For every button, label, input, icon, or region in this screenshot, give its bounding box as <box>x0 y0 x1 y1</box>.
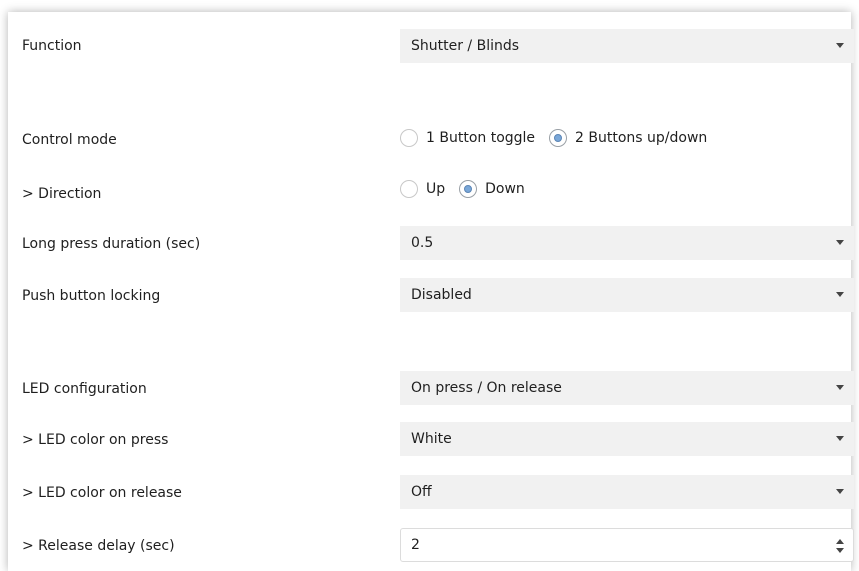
radio-up-label[interactable]: Up <box>426 179 445 199</box>
radio-down-label[interactable]: Down <box>485 179 525 199</box>
radio-1-button-toggle[interactable] <box>400 129 418 147</box>
chevron-down-icon <box>836 385 844 390</box>
radio-down[interactable] <box>459 180 478 198</box>
led-config-value: On press / On release <box>411 380 562 396</box>
led-config-label: LED configuration <box>22 381 147 397</box>
led-release-label: > LED color on release <box>22 485 182 501</box>
led-press-select[interactable]: White <box>400 422 854 456</box>
release-delay-spinner[interactable]: 2 <box>400 528 854 562</box>
long-press-value: 0.5 <box>411 235 434 251</box>
radio-up[interactable] <box>400 180 418 198</box>
direction-label: > Direction <box>22 186 102 202</box>
direction-radio-group: Up Down <box>400 179 539 199</box>
function-select[interactable]: Shutter / Blinds <box>400 29 854 63</box>
led-press-value: White <box>411 431 452 447</box>
spin-down-icon[interactable] <box>836 548 844 553</box>
push-lock-value: Disabled <box>411 287 472 303</box>
chevron-down-icon <box>836 489 844 494</box>
long-press-select[interactable]: 0.5 <box>400 226 854 260</box>
chevron-down-icon <box>836 43 844 48</box>
release-delay-label: > Release delay (sec) <box>22 538 175 554</box>
radio-1-button-toggle-label[interactable]: 1 Button toggle <box>426 128 535 148</box>
release-delay-value[interactable]: 2 <box>411 537 420 553</box>
led-release-select[interactable]: Off <box>400 475 854 509</box>
chevron-down-icon <box>836 292 844 297</box>
settings-panel: Function Shutter / Blinds Control mode 1… <box>8 12 854 571</box>
function-label: Function <box>22 38 82 54</box>
radio-2-buttons-up-down[interactable] <box>549 129 568 147</box>
led-release-value: Off <box>411 484 432 500</box>
radio-2-buttons-up-down-label[interactable]: 2 Buttons up/down <box>575 128 707 148</box>
led-config-select[interactable]: On press / On release <box>400 371 854 405</box>
function-value: Shutter / Blinds <box>411 38 520 54</box>
long-press-label: Long press duration (sec) <box>22 236 201 252</box>
led-press-label: > LED color on press <box>22 432 169 448</box>
push-lock-label: Push button locking <box>22 288 161 304</box>
control-mode-radio-group: 1 Button toggle 2 Buttons up/down <box>400 128 721 148</box>
spin-up-icon[interactable] <box>836 539 844 544</box>
chevron-down-icon <box>836 240 844 245</box>
push-lock-select[interactable]: Disabled <box>400 278 854 312</box>
chevron-down-icon <box>836 436 844 441</box>
control-mode-label: Control mode <box>22 132 117 148</box>
